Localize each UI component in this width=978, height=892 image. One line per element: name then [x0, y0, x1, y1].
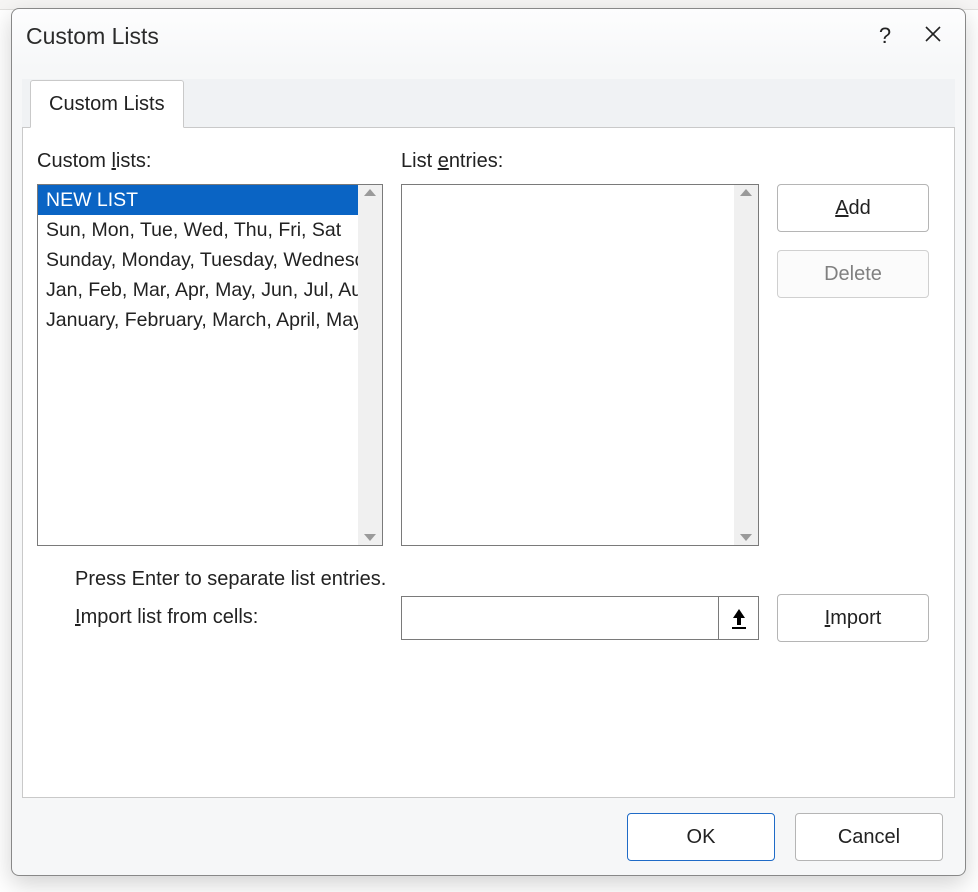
- list-item[interactable]: Sun, Mon, Tue, Wed, Thu, Fri, Sat: [38, 215, 358, 245]
- cancel-button[interactable]: Cancel: [795, 813, 943, 861]
- scroll-down-icon: [364, 534, 376, 541]
- tab-body: Custom lists: List entries: NEW LISTSun,…: [22, 128, 955, 798]
- list-entries-textarea[interactable]: [401, 184, 759, 546]
- custom-lists-dialog: Custom Lists ? Custom Lists Custom lists…: [11, 8, 966, 876]
- close-button[interactable]: [909, 13, 957, 59]
- custom-lists-listbox[interactable]: NEW LISTSun, Mon, Tue, Wed, Thu, Fri, Sa…: [37, 184, 383, 546]
- entries-hint: Press Enter to separate list entries.: [75, 568, 386, 591]
- list-item[interactable]: Jan, Feb, Mar, Apr, May, Jun, Jul, Aug, …: [38, 275, 358, 305]
- close-icon: [924, 23, 942, 49]
- import-button[interactable]: Import: [777, 594, 929, 642]
- button-label: OK: [687, 826, 716, 849]
- scrollbar[interactable]: [358, 185, 382, 545]
- scroll-up-icon: [740, 189, 752, 196]
- button-label: Delete: [824, 263, 882, 286]
- dialog-titlebar: Custom Lists ?: [12, 9, 965, 63]
- dialog-title: Custom Lists: [26, 23, 861, 50]
- list-item[interactable]: Sunday, Monday, Tuesday, Wednesday, Thur…: [38, 245, 358, 275]
- collapse-dialog-icon: [729, 606, 749, 630]
- button-label: Cancel: [838, 826, 900, 849]
- help-button[interactable]: ?: [861, 13, 909, 59]
- help-icon: ?: [879, 23, 891, 49]
- scroll-up-icon: [364, 189, 376, 196]
- scrollbar[interactable]: [734, 185, 758, 545]
- button-label: Import: [825, 607, 882, 630]
- side-buttons: Add Delete: [777, 184, 929, 298]
- tab-label: Custom Lists: [49, 93, 165, 116]
- delete-button: Delete: [777, 250, 929, 298]
- dialog-footer: OK Cancel: [12, 799, 965, 875]
- scroll-down-icon: [740, 534, 752, 541]
- button-label: Add: [835, 197, 871, 220]
- list-item[interactable]: January, February, March, April, May, Ju…: [38, 305, 358, 335]
- import-range-input-wrap: [401, 596, 759, 640]
- list-entries-label: List entries:: [401, 150, 503, 173]
- custom-lists-label: Custom lists:: [37, 150, 151, 173]
- tab-strip: Custom Lists: [22, 79, 955, 128]
- tab-custom-lists[interactable]: Custom Lists: [30, 80, 184, 128]
- list-item[interactable]: NEW LIST: [38, 185, 358, 215]
- ok-button[interactable]: OK: [627, 813, 775, 861]
- import-range-input[interactable]: [402, 597, 718, 639]
- range-picker-button[interactable]: [718, 597, 758, 639]
- import-from-cells-label: Import list from cells:: [75, 606, 258, 629]
- list-entries-content: [402, 185, 734, 545]
- add-button[interactable]: Add: [777, 184, 929, 232]
